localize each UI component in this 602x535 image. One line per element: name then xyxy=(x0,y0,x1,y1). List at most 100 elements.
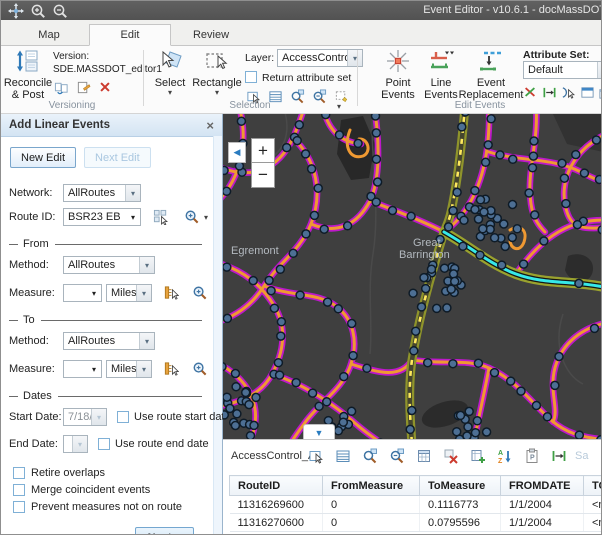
show-attributes-icon[interactable] xyxy=(334,447,351,464)
table-layer-name: AccessControl_A xyxy=(231,450,315,462)
measure-range-icon[interactable] xyxy=(550,447,567,464)
selection-group-label: Selection xyxy=(143,100,357,111)
ribbon-tabs: Map Edit Review xyxy=(1,20,601,46)
next-button[interactable]: Next > xyxy=(135,527,194,535)
measure-event-icon[interactable] xyxy=(541,84,557,100)
from-units-select[interactable]: Miles▾ xyxy=(106,284,152,302)
pick-measure-icon[interactable] xyxy=(162,361,179,378)
chevron-down-icon: ▾ xyxy=(91,409,106,425)
chevron-down-icon: ▾ xyxy=(87,285,101,301)
layer-label: Layer: xyxy=(245,52,274,64)
chevron-down-icon: ▾ xyxy=(139,257,154,273)
zoom-to-route-icon[interactable] xyxy=(184,209,201,226)
route-id-label: Route ID: xyxy=(9,211,63,223)
reconcile-post-button[interactable]: Reconcile & Post xyxy=(5,48,51,101)
new-edit-button[interactable]: New Edit xyxy=(10,147,76,168)
start-date-select[interactable]: 7/18/▾ xyxy=(63,408,107,426)
to-measure-combo[interactable]: ▾ xyxy=(63,360,102,378)
retire-overlaps-checkbox[interactable] xyxy=(13,467,25,479)
chevron-down-icon[interactable]: ▾ xyxy=(204,213,208,222)
column-header-fromdate[interactable]: FROMDATE xyxy=(501,476,584,496)
rectangle-tool-button[interactable]: Rectangle ▾ xyxy=(192,48,242,96)
line-events-button[interactable]: Line Events xyxy=(421,48,461,101)
select-features-icon[interactable] xyxy=(307,447,324,464)
pan-to-selected-icon[interactable] xyxy=(388,447,405,464)
split-event-icon[interactable] xyxy=(522,84,538,100)
zoom-out-icon[interactable] xyxy=(52,3,68,19)
event-editor-window: Event Editor - v10.6.1 - docMassDOT Map … xyxy=(0,0,602,535)
sort-icon[interactable]: AZ xyxy=(496,447,513,464)
table-toolbar: AccessControl_A AZ P Sa xyxy=(223,440,601,470)
window-title: Event Editor - v10.6.1 - docMassDOT xyxy=(423,4,602,16)
prevent-measures-label: Prevent measures not on route xyxy=(31,501,182,513)
from-section-label: From xyxy=(23,238,49,250)
collapse-panel-button[interactable]: ◀ xyxy=(228,142,246,163)
to-method-select[interactable]: AllRoutes▾ xyxy=(63,332,155,350)
collapse-table-button[interactable]: ▼ xyxy=(303,424,335,439)
versioning-group-label: Versioning xyxy=(1,100,143,111)
zoom-to-measure-icon[interactable] xyxy=(191,285,208,302)
event-replacement-icon xyxy=(478,48,504,77)
route-pick-icon[interactable] xyxy=(153,209,170,226)
zoom-in-icon[interactable] xyxy=(30,3,46,19)
retire-overlaps-label: Retire overlaps xyxy=(31,467,105,479)
select-tool-button[interactable]: Select ▾ xyxy=(151,48,189,96)
open-table-icon[interactable] xyxy=(415,447,432,464)
next-edit-button[interactable]: Next Edit xyxy=(84,147,151,168)
to-method-label: Method: xyxy=(9,335,63,347)
use-route-start-checkbox[interactable] xyxy=(117,411,129,423)
table-row[interactable]: 1131626960000.11167731/1/2004<null>N xyxy=(230,496,602,514)
point-events-button[interactable]: Point Events xyxy=(377,48,419,101)
column-header-todate[interactable]: TODATE xyxy=(584,476,602,496)
chevron-down-icon: ▾ xyxy=(597,62,602,78)
zoom-to-measure-icon[interactable] xyxy=(191,361,208,378)
column-header-tomeasure[interactable]: ToMeasure xyxy=(420,476,501,496)
copy-attributes-icon[interactable] xyxy=(597,84,602,100)
attribute-set-select[interactable]: Default▾ xyxy=(523,61,602,79)
map-label-barrington: Barrington xyxy=(399,249,450,261)
to-units-select[interactable]: Miles▾ xyxy=(106,360,152,378)
map-zoom-out-button[interactable]: − xyxy=(251,163,275,188)
use-route-end-checkbox[interactable] xyxy=(98,438,110,450)
edit-events-group-label: Edit Events xyxy=(357,100,602,111)
snap-events-icon[interactable] xyxy=(560,84,576,100)
end-date-select[interactable]: ▾ xyxy=(63,435,88,453)
column-header-frommeasure[interactable]: FromMeasure xyxy=(323,476,420,496)
map-view[interactable]: Egremont Great Barrington ◀ + − ▼ xyxy=(223,114,601,439)
table-row[interactable]: 1131627060000.07955961/1/2004<null>N xyxy=(230,514,602,532)
end-date-label: End Date: xyxy=(9,438,63,450)
add-records-icon[interactable] xyxy=(469,447,486,464)
tab-map[interactable]: Map xyxy=(9,25,89,45)
route-id-combo[interactable]: BSR23 EB▾ xyxy=(63,208,141,226)
tab-review[interactable]: Review xyxy=(171,25,251,45)
zoom-to-selected-icon[interactable] xyxy=(361,447,378,464)
map-zoom-in-button[interactable]: + xyxy=(251,138,275,163)
from-measure-combo[interactable]: ▾ xyxy=(63,284,102,302)
chevron-down-icon: ▾ xyxy=(136,285,151,301)
attribute-window-icon[interactable] xyxy=(579,84,595,100)
rectangle-tool-icon xyxy=(204,48,230,77)
delete-version-icon[interactable] xyxy=(97,79,113,95)
event-replacement-button[interactable]: Event Replacement xyxy=(463,48,519,101)
close-icon[interactable]: × xyxy=(206,119,214,132)
report-icon[interactable]: P xyxy=(523,447,540,464)
line-events-icon xyxy=(428,48,454,77)
layer-select[interactable]: AccessControl_A▾ xyxy=(277,49,363,67)
pan-icon[interactable] xyxy=(8,3,24,19)
from-method-select[interactable]: AllRoutes▾ xyxy=(63,256,155,274)
prevent-measures-checkbox[interactable] xyxy=(13,501,25,513)
merge-coincident-checkbox[interactable] xyxy=(13,484,25,496)
start-date-label: Start Date: xyxy=(9,411,63,423)
return-attribute-set-checkbox[interactable] xyxy=(245,71,257,83)
reconcile-post-icon xyxy=(15,48,41,77)
refresh-version-icon[interactable] xyxy=(53,79,69,95)
column-header-routeid[interactable]: RouteID xyxy=(230,476,323,496)
tab-edit[interactable]: Edit xyxy=(89,24,171,46)
network-select[interactable]: AllRoutes▾ xyxy=(63,184,141,202)
svg-text:Z: Z xyxy=(498,458,503,464)
use-route-start-label: Use route start date xyxy=(134,411,231,423)
clear-selected-icon[interactable] xyxy=(442,447,459,464)
pick-measure-icon[interactable] xyxy=(162,285,179,302)
new-version-icon[interactable] xyxy=(75,79,91,95)
save-button[interactable]: Sa xyxy=(575,450,588,462)
